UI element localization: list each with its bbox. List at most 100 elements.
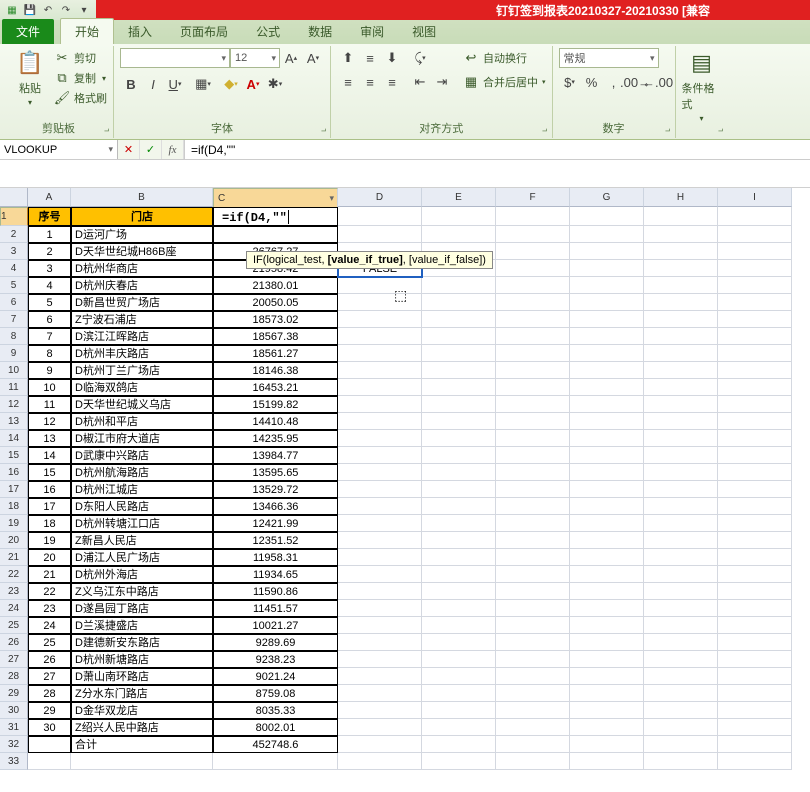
cell[interactable]: D临海双鸽店 <box>71 379 213 396</box>
cancel-formula-icon[interactable]: ✕ <box>118 140 140 159</box>
cell[interactable]: 29 <box>28 702 71 719</box>
cell[interactable]: 23 <box>28 600 71 617</box>
cell[interactable] <box>338 566 422 583</box>
font-color-button[interactable]: A▾ <box>242 74 264 94</box>
row-header[interactable]: 27 <box>0 651 28 668</box>
cell[interactable] <box>718 260 792 277</box>
cell[interactable]: 24 <box>28 617 71 634</box>
tab-file[interactable]: 文件 <box>2 19 54 44</box>
cell[interactable]: 7 <box>28 328 71 345</box>
cell[interactable]: 13 <box>28 430 71 447</box>
col-header[interactable]: F <box>496 188 570 207</box>
cell[interactable] <box>718 311 792 328</box>
cell[interactable]: 11590.86 <box>213 583 338 600</box>
fill-color-button[interactable]: ◆▾ <box>220 74 242 94</box>
cell[interactable] <box>718 294 792 311</box>
cell[interactable]: 12421.99 <box>213 515 338 532</box>
cell[interactable] <box>644 447 718 464</box>
cell[interactable]: 18561.27 <box>213 345 338 362</box>
cell[interactable] <box>718 532 792 549</box>
cell[interactable] <box>570 634 644 651</box>
cell[interactable] <box>644 481 718 498</box>
cell[interactable]: D建德新安东路店 <box>71 634 213 651</box>
cell[interactable]: 30 <box>28 719 71 736</box>
cell[interactable]: Z绍兴人民中路店 <box>71 719 213 736</box>
cell[interactable]: 8759.08 <box>213 685 338 702</box>
font-size-select[interactable]: 12 <box>230 48 280 68</box>
cell[interactable] <box>644 634 718 651</box>
redo-icon[interactable]: ↷ <box>58 2 74 18</box>
cell[interactable]: 16453.21 <box>213 379 338 396</box>
cell[interactable]: D杭州航海路店 <box>71 464 213 481</box>
cell[interactable] <box>570 736 644 753</box>
cell[interactable] <box>644 294 718 311</box>
cell[interactable] <box>338 702 422 719</box>
cell[interactable]: D运河广场 <box>71 226 213 243</box>
cell[interactable] <box>496 207 570 226</box>
cell[interactable] <box>338 651 422 668</box>
cell[interactable] <box>570 345 644 362</box>
cell[interactable] <box>570 481 644 498</box>
cell[interactable] <box>338 328 422 345</box>
cell[interactable] <box>718 753 792 770</box>
indent-dec-icon[interactable]: ⇤ <box>409 72 431 92</box>
cell[interactable]: D浦江人民广场店 <box>71 549 213 566</box>
cell[interactable] <box>570 260 644 277</box>
cell[interactable] <box>644 277 718 294</box>
cell[interactable]: 21 <box>28 566 71 583</box>
cell[interactable] <box>496 566 570 583</box>
cell[interactable] <box>644 498 718 515</box>
cell[interactable] <box>718 430 792 447</box>
shrink-font-icon[interactable]: A▾ <box>302 48 324 68</box>
cell[interactable]: 15199.82 <box>213 396 338 413</box>
row-header[interactable]: 28 <box>0 668 28 685</box>
row-header[interactable]: 7 <box>0 311 28 328</box>
cell[interactable] <box>570 294 644 311</box>
cell[interactable]: 4 <box>28 277 71 294</box>
cell[interactable]: D椒江市府大道店 <box>71 430 213 447</box>
row-header[interactable]: 24 <box>0 600 28 617</box>
cell[interactable] <box>422 753 496 770</box>
cell[interactable] <box>422 430 496 447</box>
cell[interactable] <box>422 736 496 753</box>
cell[interactable] <box>570 328 644 345</box>
row-header[interactable]: 17 <box>0 481 28 498</box>
align-right-icon[interactable]: ≡ <box>381 72 403 92</box>
row-header[interactable]: 2 <box>0 226 28 243</box>
grow-font-icon[interactable]: A▴ <box>280 48 302 68</box>
cell[interactable] <box>338 753 422 770</box>
cell[interactable] <box>496 617 570 634</box>
cell[interactable] <box>496 311 570 328</box>
row-header[interactable]: 10 <box>0 362 28 379</box>
cell[interactable] <box>422 362 496 379</box>
cell[interactable]: 27 <box>28 668 71 685</box>
cell[interactable] <box>422 719 496 736</box>
cell[interactable] <box>338 498 422 515</box>
cell[interactable]: 12 <box>28 413 71 430</box>
cell[interactable] <box>570 396 644 413</box>
tab-home[interactable]: 开始 <box>60 18 114 44</box>
cell[interactable] <box>338 413 422 430</box>
cell[interactable] <box>422 668 496 685</box>
cell[interactable]: 13466.36 <box>213 498 338 515</box>
row-header[interactable]: 3 <box>0 243 28 260</box>
cell[interactable]: 13595.65 <box>213 464 338 481</box>
cell[interactable] <box>718 600 792 617</box>
cell[interactable] <box>644 396 718 413</box>
cell[interactable] <box>422 311 496 328</box>
header-cell[interactable]: 序号 <box>28 207 71 226</box>
cell[interactable] <box>570 532 644 549</box>
cell[interactable] <box>496 277 570 294</box>
cell[interactable] <box>338 362 422 379</box>
cell[interactable] <box>338 447 422 464</box>
cell[interactable] <box>718 243 792 260</box>
cell[interactable] <box>718 277 792 294</box>
cell[interactable] <box>496 447 570 464</box>
row-header[interactable]: 6 <box>0 294 28 311</box>
cell[interactable] <box>496 600 570 617</box>
conditional-format-button[interactable]: ▤ 条件格式 ▾ <box>682 48 722 123</box>
cell[interactable] <box>496 719 570 736</box>
cell[interactable] <box>338 549 422 566</box>
cell[interactable] <box>644 207 718 226</box>
cell[interactable]: D新昌世贸广场店 <box>71 294 213 311</box>
